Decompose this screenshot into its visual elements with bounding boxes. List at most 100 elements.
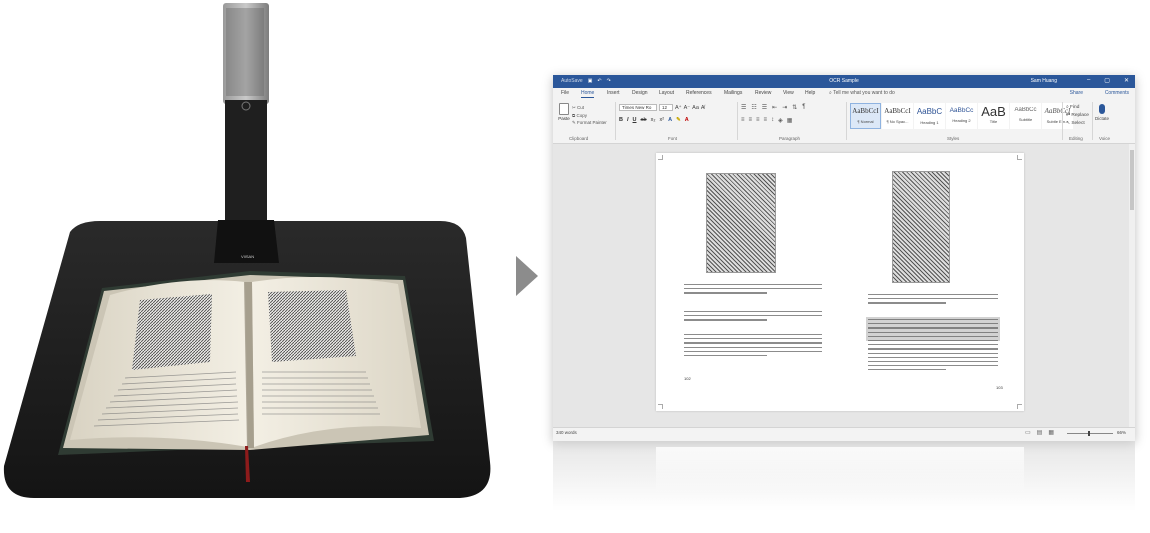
- replace-label: Replace: [1071, 113, 1089, 118]
- zoom-level[interactable]: 66%: [1117, 430, 1126, 435]
- scrollbar-thumb[interactable]: [1130, 150, 1134, 210]
- tab-review[interactable]: Review: [755, 90, 771, 96]
- grow-font-icon[interactable]: A⁺: [675, 105, 682, 111]
- style-no-spacing[interactable]: AaBbCcI ¶ No Spac...: [882, 103, 913, 129]
- text-line: [684, 311, 822, 313]
- zoom-slider-handle[interactable]: [1088, 431, 1090, 436]
- style-heading-1[interactable]: AaBbC Heading 1: [914, 103, 945, 129]
- text-line: [868, 365, 998, 367]
- tab-view[interactable]: View: [783, 90, 794, 96]
- read-mode-icon[interactable]: ▭: [1025, 429, 1031, 436]
- tab-insert[interactable]: Insert: [607, 90, 620, 96]
- sort-icon[interactable]: ⇅: [792, 104, 797, 111]
- select-button[interactable]: ↖ Select: [1066, 120, 1089, 128]
- print-layout-icon[interactable]: ▤: [1037, 429, 1043, 436]
- tab-design[interactable]: Design: [632, 90, 648, 96]
- text-line: [684, 354, 767, 357]
- paste-button[interactable]: Paste: [557, 103, 571, 127]
- text-line: [868, 339, 998, 342]
- word-count[interactable]: 340 words: [556, 430, 577, 435]
- tab-references[interactable]: References: [686, 90, 712, 96]
- replace-button[interactable]: ⇄ Replace: [1066, 112, 1089, 120]
- text-effects-icon[interactable]: A: [668, 117, 672, 123]
- style-subtitle[interactable]: AaBbCc Subtitle: [1010, 103, 1041, 129]
- bold-icon[interactable]: B: [619, 117, 623, 123]
- bullets-icon[interactable]: ☰: [741, 104, 746, 111]
- style-title[interactable]: AaB Title: [978, 103, 1009, 129]
- highlight-icon[interactable]: ✎: [676, 117, 681, 123]
- format-painter-button[interactable]: ✎ Format Painter: [572, 119, 607, 127]
- clear-formatting-icon[interactable]: A̸: [701, 105, 705, 111]
- document-page[interactable]: 102 103: [656, 153, 1024, 411]
- text-line: [684, 334, 822, 336]
- style-sample: AaBbCc: [1014, 107, 1037, 113]
- tab-mailings[interactable]: Mailings: [724, 90, 742, 96]
- increase-indent-icon[interactable]: ⇥: [782, 104, 787, 111]
- cut-button[interactable]: ✂ Cut: [572, 104, 607, 112]
- justify-icon[interactable]: ≡: [764, 117, 768, 124]
- tab-file[interactable]: File: [561, 90, 569, 96]
- style-name: ¶ Normal: [857, 119, 874, 124]
- shrink-font-icon[interactable]: A⁻: [684, 105, 691, 111]
- font-color-icon[interactable]: A: [685, 117, 689, 123]
- styles-group-label: Styles: [947, 136, 960, 141]
- style-name: Heading 1: [920, 120, 939, 125]
- text-line: [868, 356, 998, 358]
- page-number: 103: [996, 385, 1003, 390]
- tab-help[interactable]: Help: [805, 90, 815, 96]
- style-name: Title: [989, 119, 998, 124]
- text-line: [868, 302, 946, 304]
- tab-home[interactable]: Home: [581, 90, 595, 98]
- style-heading-2[interactable]: AaBbCc Heading 2: [946, 103, 977, 129]
- tell-me-label: Tell me what you want to do: [833, 90, 895, 96]
- figure-image: [892, 171, 950, 283]
- view-buttons: ▭ ▤ ▦: [1025, 429, 1054, 436]
- font-name-select[interactable]: Times New Ro: [619, 104, 657, 111]
- find-button[interactable]: ⌕ Find: [1066, 104, 1089, 112]
- pilcrow-icon[interactable]: ¶: [802, 104, 805, 111]
- vertical-scrollbar[interactable]: [1129, 144, 1135, 427]
- text-line: [868, 294, 998, 296]
- numbering-icon[interactable]: ☷: [751, 104, 756, 111]
- web-layout-icon[interactable]: ▦: [1048, 429, 1054, 436]
- change-case-icon[interactable]: Aa: [692, 105, 699, 111]
- style-name: ¶ No Spac...: [886, 119, 909, 124]
- superscript-icon[interactable]: x²: [660, 117, 665, 123]
- font-size-select[interactable]: 12: [659, 104, 673, 111]
- text-line: [868, 352, 998, 354]
- shading-icon[interactable]: ◈: [778, 117, 783, 124]
- close-icon[interactable]: ✕: [1124, 77, 1129, 84]
- text-line: [684, 288, 822, 290]
- group-divider: [1062, 102, 1063, 140]
- comments-button[interactable]: Comments: [1105, 90, 1129, 96]
- style-sample: AaBbC: [916, 107, 943, 116]
- decrease-indent-icon[interactable]: ⇤: [772, 104, 777, 111]
- align-right-icon[interactable]: ≡: [756, 117, 760, 124]
- tell-me-search[interactable]: ⌕ Tell me what you want to do: [829, 90, 895, 96]
- align-center-icon[interactable]: ≡: [749, 117, 753, 124]
- user-name[interactable]: Sam Huang: [1031, 78, 1057, 84]
- subscript-icon[interactable]: x₂: [651, 117, 656, 123]
- margin-mark: [658, 404, 663, 409]
- minimize-icon[interactable]: –: [1087, 77, 1090, 84]
- borders-icon[interactable]: ▦: [787, 117, 793, 124]
- style-normal[interactable]: AaBbCcI ¶ Normal: [850, 103, 881, 129]
- tab-layout[interactable]: Layout: [659, 90, 674, 96]
- document-area[interactable]: 102 103: [553, 144, 1135, 427]
- multilevel-list-icon[interactable]: ☰: [762, 104, 767, 111]
- ribbon-home: Paste ✂ Cut ⧉ Copy ✎ Format Painter Clip…: [553, 98, 1135, 144]
- line-spacing-icon[interactable]: ↕: [771, 117, 774, 124]
- underline-icon[interactable]: U: [633, 117, 637, 123]
- maximize-icon[interactable]: ▢: [1104, 77, 1110, 84]
- italic-icon[interactable]: I: [627, 117, 629, 123]
- align-left-icon[interactable]: ≡: [741, 117, 745, 124]
- paragraph-row: ☰ ☷ ☰ ⇤ ⇥ ⇅ ¶: [741, 104, 806, 111]
- strikethrough-icon[interactable]: ab: [641, 117, 647, 123]
- copy-button[interactable]: ⧉ Copy: [572, 112, 607, 120]
- share-button[interactable]: Share: [1070, 90, 1083, 96]
- ribbon-tabs: File Home Insert Design Layout Reference…: [553, 88, 1135, 98]
- zoom-slider[interactable]: [1067, 433, 1113, 434]
- dictate-button[interactable]: Dictate: [1095, 104, 1109, 121]
- margin-mark: [1017, 404, 1022, 409]
- microphone-icon: [1099, 104, 1105, 114]
